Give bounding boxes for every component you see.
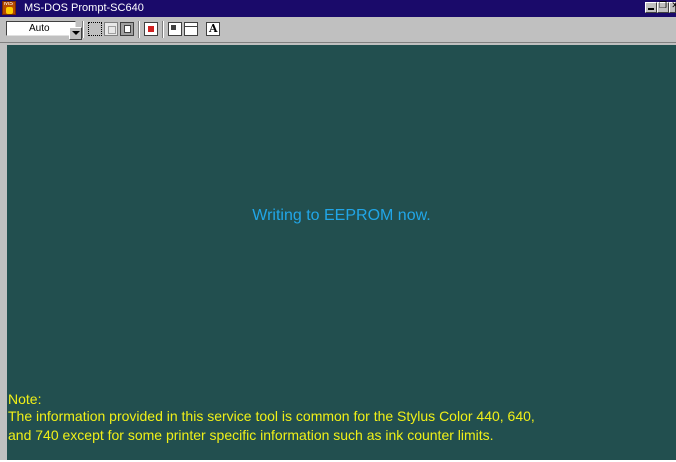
toolbar-divider (82, 21, 84, 38)
properties-icon[interactable] (168, 22, 182, 36)
note-line: and 740 except for some printer specific… (8, 427, 494, 443)
status-message: Writing to EEPROM now. (252, 207, 431, 224)
close-button[interactable]: ✕ (669, 1, 676, 13)
font-size-select[interactable]: Auto (6, 21, 82, 40)
paste-icon[interactable] (120, 22, 134, 36)
copy-icon[interactable] (104, 22, 118, 36)
mark-icon[interactable] (88, 22, 102, 36)
minimize-icon (648, 8, 654, 10)
toolbar-divider (162, 21, 164, 38)
minimize-button[interactable] (645, 2, 657, 13)
ms-dos-icon[interactable]: MS (2, 1, 16, 15)
ms-dos-window: MS MS-DOS Prompt-SC640 ❐ ✕ Auto A Writin… (0, 0, 676, 460)
font-size-value: Auto (29, 23, 50, 34)
note-label: Note: (8, 391, 42, 407)
font-button[interactable]: A (206, 22, 220, 36)
toolbar-divider (138, 21, 140, 38)
note-line: The information provided in this service… (8, 408, 535, 424)
chevron-down-icon[interactable] (69, 27, 82, 40)
toolbar: Auto A (0, 17, 676, 43)
close-icon: ✕ (671, 1, 676, 11)
full-screen-icon[interactable] (144, 22, 158, 36)
console-screen[interactable]: Writing to EEPROM now. Note: The informa… (7, 45, 676, 460)
title-bar[interactable]: MS MS-DOS Prompt-SC640 ❐ ✕ (0, 0, 676, 17)
window-title: MS-DOS Prompt-SC640 (24, 2, 144, 14)
maximize-button[interactable]: ❐ (657, 1, 669, 13)
maximize-icon: ❐ (658, 1, 668, 11)
font-icon: A (209, 22, 218, 35)
background-icon[interactable] (184, 22, 198, 36)
